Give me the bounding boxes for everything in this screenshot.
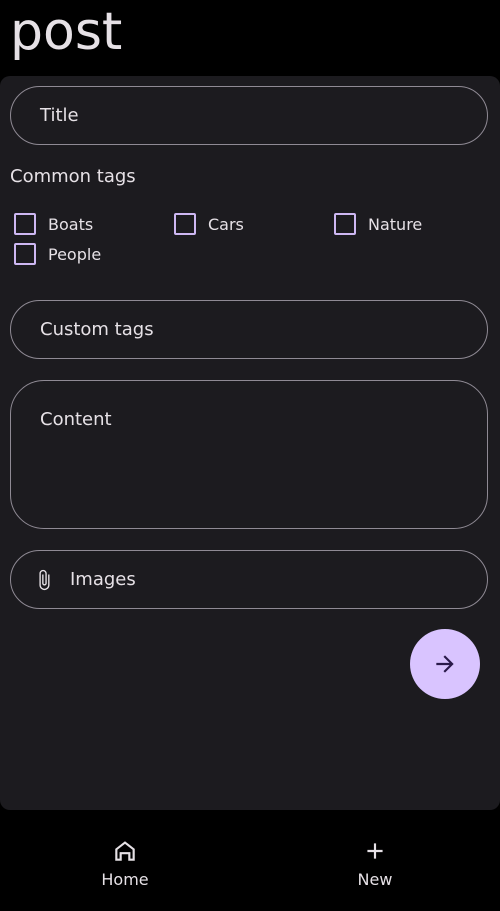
screen: post Title Common tags Boats Cars Nature… — [0, 0, 500, 911]
title-placeholder: Title — [40, 105, 79, 126]
tag-checkbox-nature[interactable]: Nature — [334, 212, 422, 236]
content-placeholder: Content — [40, 409, 112, 430]
post-form: Title Common tags Boats Cars Nature Peop… — [0, 76, 500, 810]
images-picker[interactable]: Images — [10, 550, 488, 609]
attachment-icon — [39, 569, 50, 591]
page-title: post — [10, 2, 123, 62]
tag-label: Boats — [48, 214, 94, 234]
images-label: Images — [70, 569, 136, 590]
submit-button[interactable] — [410, 629, 480, 699]
tag-checkbox-boats[interactable]: Boats — [14, 212, 93, 236]
tag-label: Nature — [368, 214, 423, 234]
nav-label-new: New — [357, 870, 393, 889]
arrow-forward-icon — [436, 655, 454, 673]
title-field[interactable]: Title — [10, 86, 488, 145]
tag-checkbox-people[interactable]: People — [14, 242, 101, 266]
checkbox-box[interactable] — [334, 213, 356, 235]
plus-icon — [367, 843, 383, 859]
checkbox-box[interactable] — [14, 243, 36, 265]
content-field[interactable]: Content — [10, 380, 488, 529]
checkbox-box[interactable] — [174, 213, 196, 235]
checkbox-box[interactable] — [14, 213, 36, 235]
custom-tags-field[interactable]: Custom tags — [10, 300, 488, 359]
tag-checkbox-cars[interactable]: Cars — [174, 212, 244, 236]
common-tags-label: Common tags — [10, 166, 136, 187]
bottom-navigation: Home New — [0, 810, 500, 911]
nav-item-new[interactable]: New — [315, 838, 435, 889]
custom-tags-placeholder: Custom tags — [40, 319, 154, 340]
tag-label: Cars — [208, 214, 244, 234]
nav-label-home: Home — [101, 870, 149, 889]
home-icon — [115, 841, 135, 861]
tag-label: People — [48, 244, 102, 264]
nav-item-home[interactable]: Home — [65, 838, 185, 889]
